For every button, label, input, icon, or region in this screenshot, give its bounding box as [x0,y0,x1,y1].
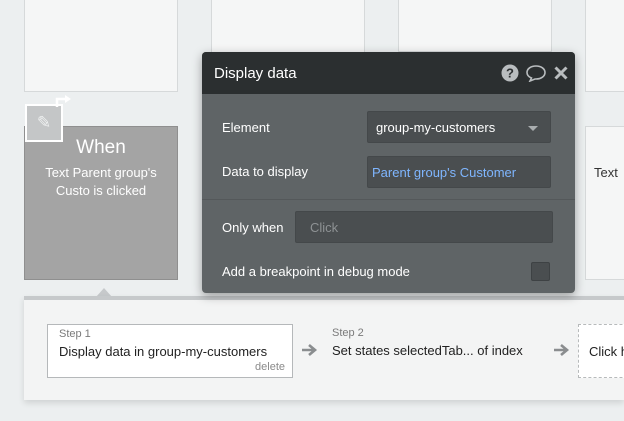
expand-arrow-icon [55,95,71,107]
data-to-display-value: Parent group's Customer [372,165,517,180]
step-number: Step 1 [59,328,91,340]
workflow-steps-bar: Step 1 Display data in group-my-customer… [24,296,624,400]
element-label: Element [222,120,270,135]
display-data-dialog: Display data ? Element group-my-customer… [202,52,575,293]
canvas-card-4[interactable] [585,0,624,92]
help-icon[interactable]: ? [501,64,519,82]
step-title: Display data in group-my-customers [59,344,268,359]
breakpoint-label: Add a breakpoint in debug mode [222,264,410,279]
add-step-label: Click h [589,344,624,359]
add-step-card[interactable]: Click h [578,324,624,378]
close-icon[interactable] [553,65,569,81]
dialog-header[interactable]: Display data ? [202,52,575,94]
card-right-text: Text [594,165,618,180]
event-card-when[interactable]: When Text Parent group's Custo is clicke… [24,126,178,280]
only-when-placeholder: Click [310,220,339,235]
data-to-display-input[interactable]: Parent group's Customer [367,156,551,188]
arrow-right-icon [554,344,570,356]
element-dropdown[interactable]: group-my-customers [367,111,551,143]
step-title: Set states selectedTab... of index [332,343,523,358]
delete-step-link[interactable]: delete [255,361,285,373]
element-dropdown-value: group-my-customers [376,120,496,135]
breakpoint-checkbox[interactable] [531,262,550,281]
step-number: Step 2 [332,327,364,339]
dialog-title: Display data [214,65,297,82]
step-1-card[interactable]: Step 1 Display data in group-my-customer… [47,324,293,378]
canvas-card-3[interactable]: clicked [398,0,552,52]
step-2-card[interactable]: Step 2 Set states selectedTab... of inde… [321,324,551,378]
only-when-label: Only when [222,220,284,235]
only-when-input[interactable]: Click [295,211,553,243]
data-to-display-label: Data to display [222,164,308,179]
event-description: Text Parent group's Custo is clicked [45,165,157,198]
arrow-right-icon [302,344,318,356]
section-divider [202,199,575,200]
canvas-card-right[interactable]: Text [585,126,624,280]
canvas-card-1[interactable]: clicked [24,0,178,92]
chevron-down-icon [528,126,538,131]
comment-icon[interactable] [525,64,547,82]
svg-text:?: ? [506,66,514,81]
